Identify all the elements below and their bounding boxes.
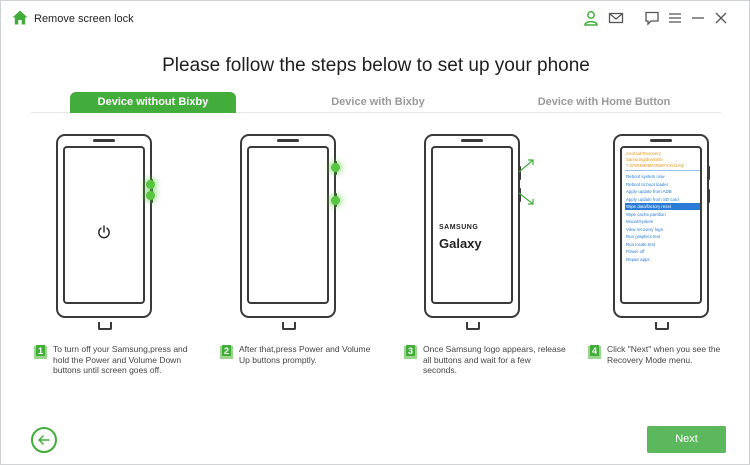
step-number-1-icon: 1 [34, 345, 47, 359]
menu-icon[interactable] [667, 10, 683, 26]
recovery-menu-item: Reboot system now [626, 174, 665, 179]
svg-text:4: 4 [592, 346, 597, 356]
step-number-4-icon: 4 [588, 345, 601, 359]
recovery-header-line: Samsung/dreamlte [626, 157, 663, 162]
step-4-text: Click "Next" when you see the Recovery M… [607, 344, 721, 365]
account-icon[interactable] [583, 10, 599, 26]
step-2-text: After that,press Power and Volume Up but… [239, 344, 371, 365]
svg-text:2: 2 [224, 346, 229, 356]
glow-indicator [331, 163, 340, 172]
phone-charging-port [655, 322, 669, 330]
phone-charging-port [282, 322, 296, 330]
phone-illustration-samsung-logo: SAMSUNG Galaxy [424, 134, 520, 330]
title-bar: Remove screen lock [1, 1, 749, 35]
recovery-menu-item: View recovery logs [626, 226, 663, 232]
recovery-menu-item: Wipe cache partition [626, 211, 666, 217]
phone-charging-port [466, 322, 480, 330]
phone-screen [63, 146, 145, 304]
recovery-menu-item: Reboot to boot loader [626, 181, 669, 187]
next-button[interactable]: Next [647, 426, 726, 453]
recovery-divider [625, 170, 700, 171]
recovery-menu-item: Apply update from ADB [626, 189, 672, 194]
release-arrows-icon [518, 159, 534, 205]
app-window: Remove screen lock Please follow the ste… [0, 0, 750, 465]
phone-speaker [93, 139, 115, 142]
tab-device-without-bixby[interactable]: Device without Bixby [70, 92, 236, 113]
minimize-icon[interactable] [690, 10, 706, 26]
phone-charging-port [98, 322, 112, 330]
recovery-menu-item: Repair apps [626, 256, 650, 262]
phone-illustration-recovery-mode: Android Recovery Samsung/dreamlte 7.0/NRD9… [613, 134, 709, 330]
tab-device-with-home-button[interactable]: Device with Home Button [519, 92, 689, 113]
close-icon[interactable] [713, 10, 729, 26]
phone-screen [247, 146, 329, 304]
mail-icon[interactable] [608, 10, 624, 26]
step-number-2-icon: 2 [220, 345, 233, 359]
svg-text:3: 3 [408, 346, 413, 356]
phone-illustration-power-off [56, 134, 152, 330]
window-title: Remove screen lock [34, 13, 134, 25]
phone-illustration-volume-up [240, 134, 336, 330]
page-title: Please follow the steps below to set up … [162, 55, 590, 76]
recovery-menu-item: Wipe data/factory reset [626, 204, 672, 209]
phone-screen: SAMSUNG Galaxy [431, 146, 513, 304]
recovery-menu-item: Run locale test [626, 241, 656, 247]
phone-speaker [650, 139, 672, 142]
back-button[interactable] [31, 427, 57, 453]
glow-indicator [146, 180, 155, 189]
step-1-text: To turn off your Samsung,press and hold … [53, 344, 188, 375]
recovery-menu-item: Power off [626, 249, 645, 254]
power-button [707, 189, 710, 203]
volume-button [707, 166, 710, 180]
tab-device-with-bixby[interactable]: Device with Bixby [293, 92, 463, 113]
recovery-menu: Android Recovery Samsung/dreamlte 7.0/NRD9… [620, 146, 702, 304]
svg-text:1: 1 [38, 346, 43, 356]
recovery-menu-item: Run graphics test [626, 234, 661, 239]
step-number-3-icon: 3 [404, 345, 417, 359]
recovery-menu-item: Apply update from SD card [626, 196, 679, 202]
recovery-header-line: Android Recovery [626, 151, 661, 156]
phone-speaker [461, 139, 483, 142]
galaxy-logo: Galaxy [439, 236, 482, 251]
feedback-icon[interactable] [644, 10, 660, 26]
glow-indicator [146, 191, 155, 200]
phone-speaker [277, 139, 299, 142]
device-tabs: Device without Bixby Device with Bixby D… [31, 92, 721, 113]
samsung-logo: SAMSUNG [439, 224, 479, 231]
arrow-left-icon [38, 435, 50, 445]
recovery-header-line: 7.0/NRD90M/G950FXXU1AQ [626, 163, 684, 168]
power-icon [98, 225, 110, 239]
recovery-menu-item: Mount/system [626, 219, 654, 224]
glow-indicator [331, 196, 340, 205]
step-3-text: Once Samsung logo appears, release all b… [423, 344, 566, 375]
home-icon [12, 10, 28, 25]
